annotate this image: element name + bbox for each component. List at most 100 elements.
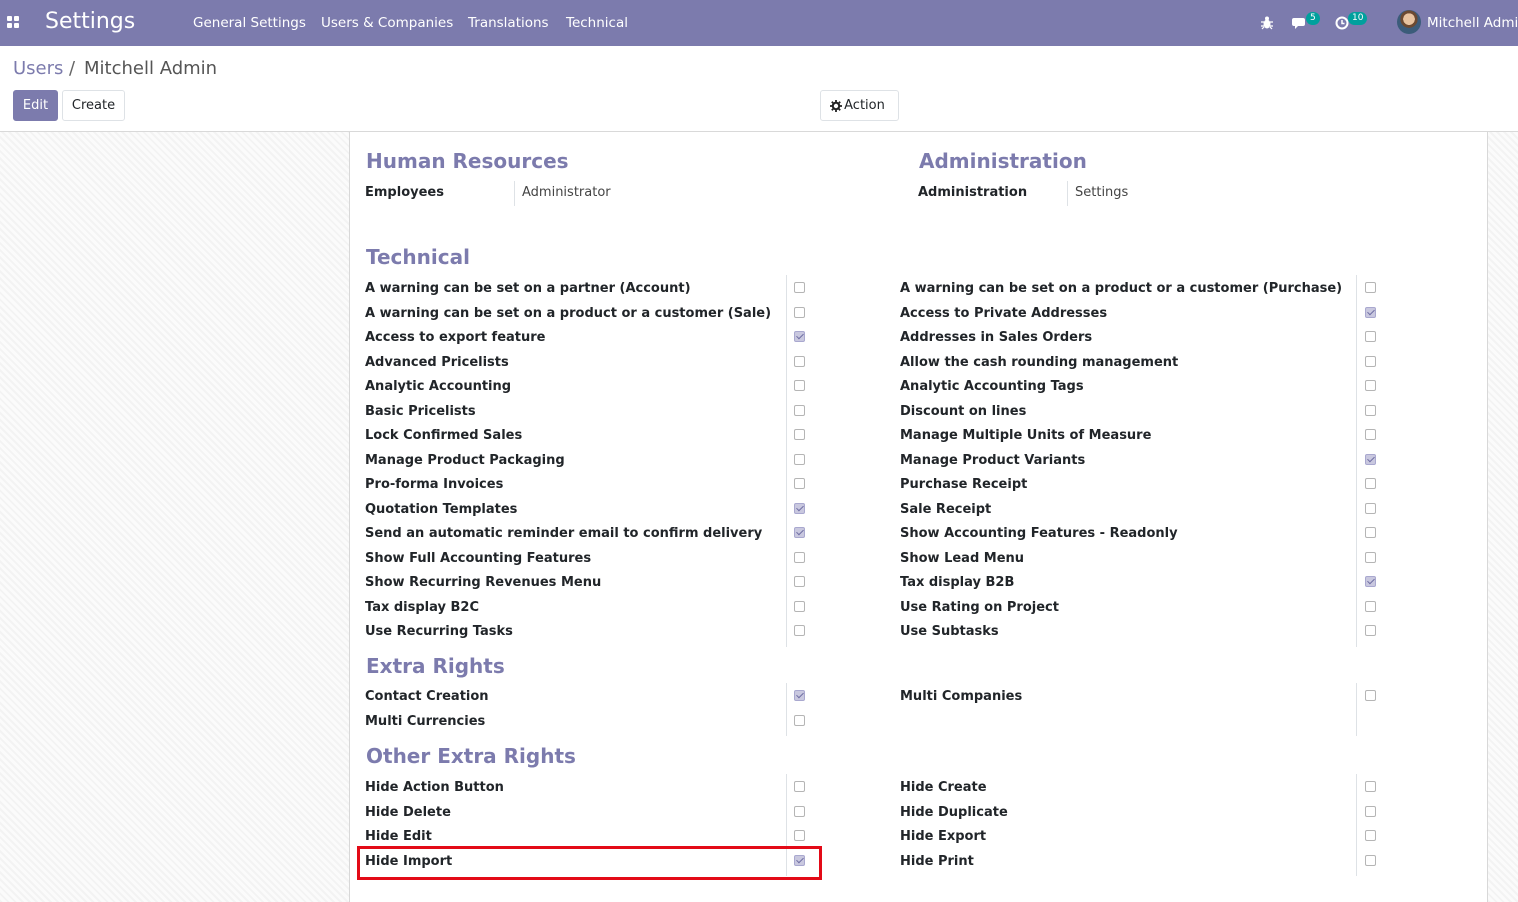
field-label-analytic-accounting: Analytic Accounting bbox=[365, 379, 512, 394]
checkbox-column-divider bbox=[786, 275, 787, 647]
checkbox-hide-action-button[interactable] bbox=[794, 781, 805, 792]
checkbox-sale-receipt[interactable] bbox=[1365, 502, 1376, 514]
checkbox-tax-display-b2b[interactable] bbox=[1365, 576, 1376, 587]
field-label-pro-forma-invoices: Pro-forma Invoices bbox=[365, 477, 504, 492]
field-label-access-to-private-addresses: Access to Private Addresses bbox=[900, 305, 1108, 321]
checkbox-hide-create[interactable] bbox=[1365, 781, 1376, 792]
field-label-allow-the-cash-rounding-management: Allow the cash rounding management bbox=[900, 354, 1179, 370]
checkbox-multi-companies[interactable] bbox=[1365, 690, 1376, 701]
field-label-show-full-accounting-features: Show Full Accounting Features bbox=[365, 550, 592, 566]
field-label-advanced-pricelists: Advanced Pricelists bbox=[365, 354, 509, 370]
menu-users-companies[interactable]: Users & Companies bbox=[321, 15, 453, 31]
app-grid-icon[interactable] bbox=[7, 16, 20, 29]
app-title: Settings bbox=[45, 9, 136, 34]
menu-general-settings[interactable]: General Settings bbox=[193, 15, 306, 31]
action-button-label: Action bbox=[844, 98, 885, 113]
action-button[interactable]: Action bbox=[820, 90, 899, 121]
menu-translations[interactable]: Translations bbox=[468, 15, 549, 31]
checkbox-access-to-private-addresses[interactable] bbox=[1365, 306, 1376, 318]
checkbox-manage-product-variants[interactable] bbox=[1365, 453, 1376, 465]
field-label-send-an-automatic-reminder-email-to-confirm-delivery: Send an automatic reminder email to conf… bbox=[365, 526, 763, 541]
field-label-administration: Administration bbox=[918, 185, 1028, 200]
user-avatar[interactable] bbox=[1397, 10, 1421, 34]
activities-count-badge: 10 bbox=[1348, 12, 1368, 25]
breadcrumb-parent[interactable]: Users bbox=[13, 58, 63, 79]
checkbox-tax-display-b2c[interactable] bbox=[794, 600, 805, 612]
field-label-show-recurring-revenues-menu: Show Recurring Revenues Menu bbox=[365, 575, 602, 590]
sheet-background-left bbox=[0, 132, 349, 902]
field-label-hide-edit: Hide Edit bbox=[365, 829, 432, 844]
field-label-tax-display-b2c: Tax display B2C bbox=[365, 599, 480, 615]
field-label-show-accounting-features-readonly: Show Accounting Features - Readonly bbox=[900, 526, 1178, 541]
field-label-multi-companies: Multi Companies bbox=[900, 689, 1023, 704]
checkbox-addresses-in-sales-orders[interactable] bbox=[1365, 331, 1376, 342]
checkbox-column-divider bbox=[1356, 683, 1357, 736]
checkbox-access-to-export-feature[interactable] bbox=[794, 331, 805, 342]
sheet-background-right bbox=[1488, 132, 1518, 902]
checkbox-multi-currencies[interactable] bbox=[794, 714, 805, 726]
checkbox-show-recurring-revenues-menu[interactable] bbox=[794, 576, 805, 587]
field-label-multi-currencies: Multi Currencies bbox=[365, 713, 486, 729]
top-navbar: Settings General Settings Users & Compan… bbox=[0, 0, 1518, 46]
field-label-manage-multiple-units-of-measure: Manage Multiple Units of Measure bbox=[900, 428, 1152, 443]
section-title-other-extra-rights: Other Extra Rights bbox=[366, 744, 576, 768]
checkbox-use-subtasks[interactable] bbox=[1365, 625, 1376, 636]
create-button[interactable]: Create bbox=[62, 90, 125, 121]
checkbox-manage-product-packaging[interactable] bbox=[794, 453, 805, 465]
checkbox-send-an-automatic-reminder-email-to-confirm-delivery[interactable] bbox=[794, 527, 805, 538]
checkbox-discount-on-lines[interactable] bbox=[1365, 404, 1376, 416]
field-label-access-to-export-feature: Access to export feature bbox=[365, 330, 546, 345]
checkbox-hide-print[interactable] bbox=[1365, 854, 1376, 866]
checkbox-lock-confirmed-sales[interactable] bbox=[794, 429, 805, 440]
field-label-a-warning-can-be-set-on-a-partner-account: A warning can be set on a partner (Accou… bbox=[365, 281, 691, 296]
checkbox-column-divider bbox=[1356, 774, 1357, 876]
edit-button[interactable]: Edit bbox=[13, 90, 58, 121]
field-label-use-subtasks: Use Subtasks bbox=[900, 624, 999, 639]
checkbox-a-warning-can-be-set-on-a-product-or-a-customer-sale[interactable] bbox=[794, 306, 805, 318]
field-label-hide-create: Hide Create bbox=[900, 780, 987, 795]
field-label-hide-export: Hide Export bbox=[900, 829, 987, 844]
checkbox-show-full-accounting-features[interactable] bbox=[794, 551, 805, 563]
field-divider bbox=[514, 181, 515, 206]
section-title-extra-rights: Extra Rights bbox=[366, 654, 505, 678]
checkbox-show-accounting-features-readonly[interactable] bbox=[1365, 527, 1376, 538]
field-label-a-warning-can-be-set-on-a-product-or-a-customer-sale: A warning can be set on a product or a c… bbox=[365, 305, 772, 321]
checkbox-analytic-accounting-tags[interactable] bbox=[1365, 380, 1376, 391]
checkbox-contact-creation[interactable] bbox=[794, 690, 805, 701]
checkbox-manage-multiple-units-of-measure[interactable] bbox=[1365, 429, 1376, 440]
field-divider bbox=[1067, 181, 1068, 206]
checkbox-hide-delete[interactable] bbox=[794, 805, 805, 817]
breadcrumb-separator: / bbox=[69, 58, 76, 79]
checkbox-pro-forma-invoices[interactable] bbox=[794, 478, 805, 489]
menu-technical[interactable]: Technical bbox=[566, 15, 628, 31]
user-menu-name[interactable]: Mitchell Admin bbox=[1427, 15, 1518, 31]
checkbox-quotation-templates[interactable] bbox=[794, 502, 805, 514]
checkbox-show-lead-menu[interactable] bbox=[1365, 551, 1376, 563]
checkbox-hide-duplicate[interactable] bbox=[1365, 805, 1376, 817]
gear-icon bbox=[830, 100, 842, 112]
checkbox-use-rating-on-project[interactable] bbox=[1365, 600, 1376, 612]
checkbox-a-warning-can-be-set-on-a-product-or-a-customer-purchase[interactable] bbox=[1365, 282, 1376, 293]
field-label-use-rating-on-project: Use Rating on Project bbox=[900, 599, 1059, 615]
field-label-a-warning-can-be-set-on-a-product-or-a-customer-purchase: A warning can be set on a product or a c… bbox=[900, 281, 1343, 296]
field-label-employees: Employees bbox=[365, 185, 444, 200]
checkbox-a-warning-can-be-set-on-a-partner-account[interactable] bbox=[794, 282, 805, 293]
field-label-purchase-receipt: Purchase Receipt bbox=[900, 477, 1028, 492]
field-label-contact-creation: Contact Creation bbox=[365, 689, 489, 704]
field-label-quotation-templates: Quotation Templates bbox=[365, 501, 518, 517]
checkbox-advanced-pricelists[interactable] bbox=[794, 355, 805, 367]
checkbox-hide-edit[interactable] bbox=[794, 830, 805, 841]
checkbox-analytic-accounting[interactable] bbox=[794, 380, 805, 391]
field-label-discount-on-lines: Discount on lines bbox=[900, 403, 1027, 419]
checkbox-purchase-receipt[interactable] bbox=[1365, 478, 1376, 489]
field-value-employees[interactable]: Administrator bbox=[522, 185, 611, 200]
field-label-manage-product-packaging: Manage Product Packaging bbox=[365, 452, 565, 468]
checkbox-basic-pricelists[interactable] bbox=[794, 404, 805, 416]
bug-icon[interactable] bbox=[1260, 14, 1274, 32]
field-label-tax-display-b2b: Tax display B2B bbox=[900, 575, 1015, 590]
checkbox-hide-export[interactable] bbox=[1365, 830, 1376, 841]
field-label-show-lead-menu: Show Lead Menu bbox=[900, 550, 1025, 566]
checkbox-use-recurring-tasks[interactable] bbox=[794, 625, 805, 636]
field-value-administration[interactable]: Settings bbox=[1075, 185, 1128, 200]
checkbox-allow-the-cash-rounding-management[interactable] bbox=[1365, 355, 1376, 367]
